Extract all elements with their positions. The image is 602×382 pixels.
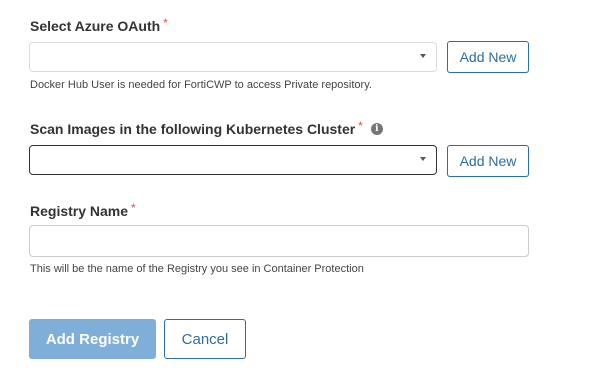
azure-oauth-help-text: Docker Hub User is needed for FortiCWP t… [30, 79, 372, 91]
registry-name-label: Registry Name * [30, 201, 136, 219]
kubernetes-cluster-label-text: Scan Images in the following Kubernetes … [30, 121, 356, 137]
chevron-down-icon [420, 157, 426, 161]
required-marker: * [131, 201, 136, 215]
azure-oauth-label-text: Select Azure OAuth [30, 18, 161, 34]
required-marker: * [163, 16, 168, 30]
kubernetes-cluster-add-new-button[interactable]: Add New [447, 145, 529, 177]
registry-name-help-text: This will be the name of the Registry yo… [30, 263, 364, 275]
kubernetes-cluster-label: Scan Images in the following Kubernetes … [30, 119, 383, 137]
cancel-button[interactable]: Cancel [164, 319, 246, 359]
azure-oauth-label: Select Azure OAuth * [30, 16, 168, 34]
azure-oauth-select[interactable] [29, 42, 437, 72]
registry-name-input[interactable] [29, 225, 529, 257]
info-icon[interactable]: i [370, 123, 383, 135]
required-marker: * [358, 119, 363, 133]
registry-name-label-text: Registry Name [30, 203, 129, 219]
kubernetes-cluster-select[interactable] [29, 145, 437, 175]
add-registry-button[interactable]: Add Registry [29, 319, 156, 359]
azure-oauth-add-new-button[interactable]: Add New [447, 41, 529, 73]
chevron-down-icon [420, 54, 426, 58]
